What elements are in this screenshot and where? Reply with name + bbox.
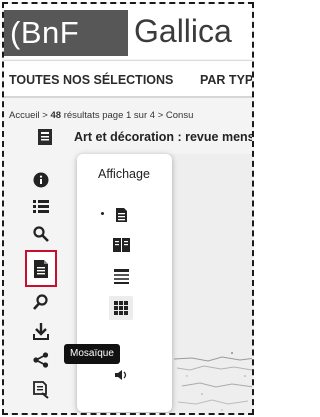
info-icon[interactable] <box>30 169 52 191</box>
display-menu: Affichage <box>77 154 172 412</box>
result-count[interactable]: 48 <box>50 110 61 121</box>
breadcrumb-current[interactable]: Consu <box>166 110 193 121</box>
selection-bullet <box>101 212 104 215</box>
document-title: Art et décoration : revue mens <box>74 130 254 144</box>
share-icon[interactable] <box>30 349 52 371</box>
gallica-brand[interactable]: Gallica <box>134 13 232 50</box>
site-header: (BnF Gallica <box>4 4 252 59</box>
gallica-viewer: (BnF Gallica TOUTES NOS SÉLECTIONS PAR T… <box>2 2 254 415</box>
list-icon[interactable] <box>30 195 52 217</box>
display-menu-title: Affichage <box>98 167 150 181</box>
single-page-icon[interactable] <box>109 203 133 227</box>
document-icon <box>38 129 52 145</box>
audio-icon[interactable] <box>109 363 133 387</box>
document-title-row: Art et décoration : revue mens <box>4 126 252 150</box>
page-view-icon[interactable] <box>25 250 57 287</box>
breadcrumb-results[interactable]: résultats page 1 sur 4 <box>64 110 155 121</box>
text-mode-icon[interactable] <box>109 264 133 288</box>
breadcrumb-separator: > <box>42 110 48 121</box>
download-icon[interactable] <box>30 320 52 342</box>
viewer-toolbar <box>4 154 62 413</box>
nav-item-selections[interactable]: TOUTES NOS SÉLECTIONS <box>9 73 173 87</box>
search-icon[interactable] <box>30 223 52 245</box>
nav-item-by-type[interactable]: PAR TYPE <box>200 73 252 87</box>
main-nav: TOUTES NOS SÉLECTIONS PAR TYPE <box>4 60 252 98</box>
mosaic-icon[interactable] <box>109 296 133 320</box>
breadcrumb-separator: > <box>157 110 164 121</box>
bnf-logo[interactable]: (BnF <box>4 10 128 56</box>
breadcrumb: Accueil > 48 résultats page 1 sur 4 > Co… <box>9 110 193 121</box>
zoom-icon[interactable] <box>30 291 52 313</box>
cite-icon[interactable] <box>30 379 52 401</box>
mosaic-tooltip: Mosaïque <box>64 344 120 364</box>
breadcrumb-home[interactable]: Accueil <box>9 110 40 121</box>
double-page-icon[interactable] <box>109 233 133 257</box>
